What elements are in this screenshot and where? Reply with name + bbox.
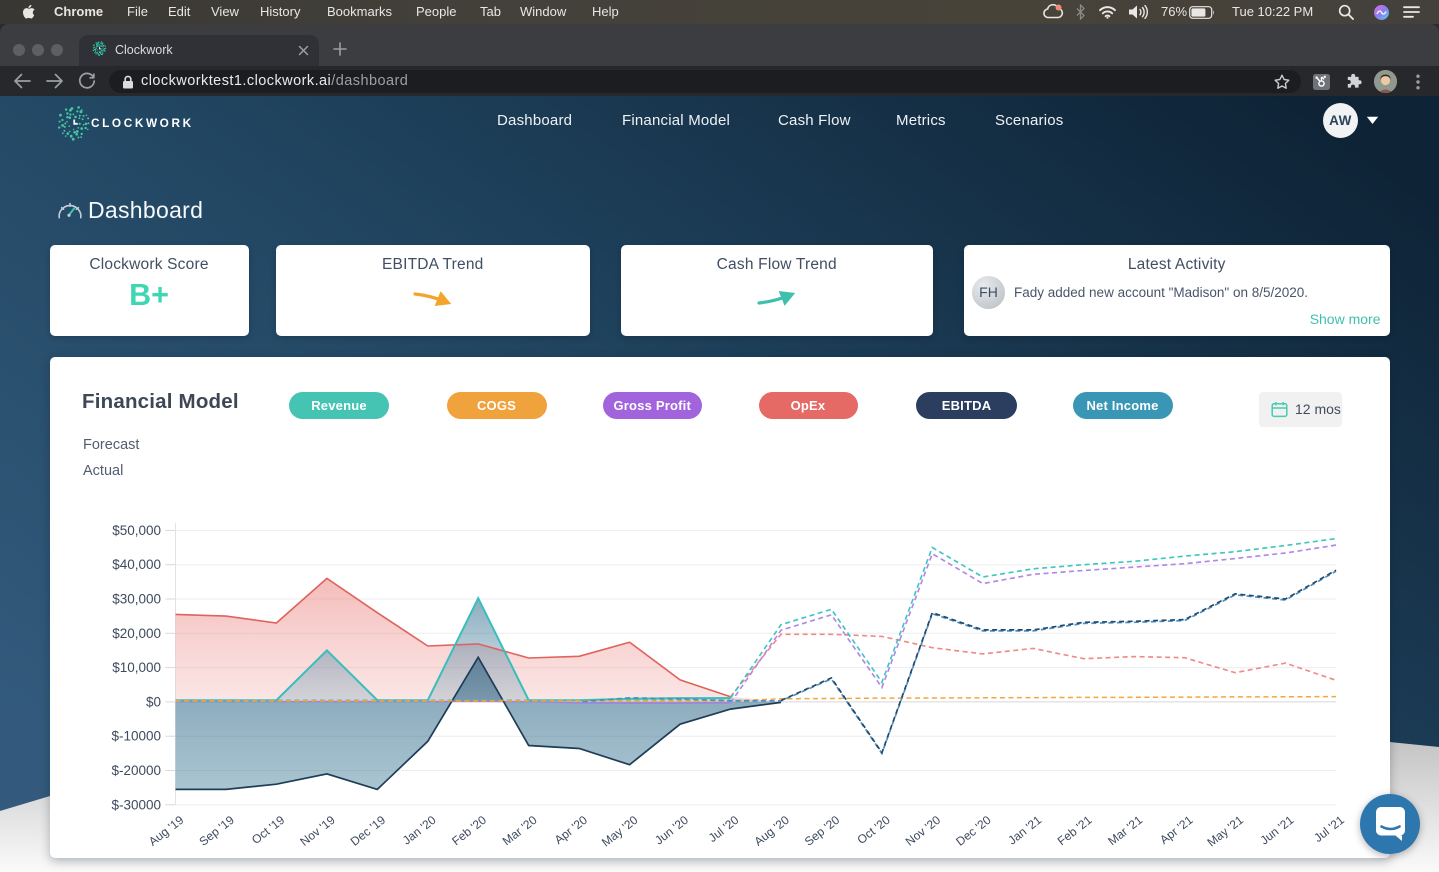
svg-text:Jun '20: Jun '20 (652, 813, 691, 848)
svg-text:Jan '20: Jan '20 (400, 813, 439, 848)
svg-text:Nov '20: Nov '20 (903, 813, 944, 849)
svg-text:$-30000: $-30000 (111, 797, 161, 812)
svg-text:Mar '21: Mar '21 (1105, 813, 1145, 849)
svg-text:Apr '21: Apr '21 (1157, 813, 1196, 847)
svg-text:Jul '20: Jul '20 (706, 813, 742, 845)
svg-text:Feb '20: Feb '20 (449, 813, 489, 849)
svg-text:Feb '21: Feb '21 (1055, 813, 1095, 849)
svg-text:$0: $0 (146, 694, 161, 709)
svg-text:Nov '19: Nov '19 (297, 813, 338, 849)
svg-text:May '20: May '20 (599, 813, 641, 850)
svg-text:Oct '19: Oct '19 (249, 813, 288, 847)
svg-text:Oct '20: Oct '20 (854, 813, 893, 847)
svg-text:May '21: May '21 (1205, 813, 1247, 850)
svg-text:Aug '19: Aug '19 (146, 813, 187, 849)
svg-text:$50,000: $50,000 (112, 523, 161, 538)
svg-text:$20,000: $20,000 (112, 626, 161, 641)
svg-text:Jan '21: Jan '21 (1005, 813, 1044, 848)
svg-text:$-10000: $-10000 (111, 729, 161, 744)
svg-text:Aug '20: Aug '20 (751, 813, 792, 849)
svg-text:$40,000: $40,000 (112, 557, 161, 572)
svg-text:Dec '20: Dec '20 (953, 813, 994, 849)
svg-text:Dec '19: Dec '19 (348, 813, 389, 849)
svg-text:$30,000: $30,000 (112, 592, 161, 607)
svg-text:$-20000: $-20000 (111, 763, 161, 778)
svg-text:Sep '20: Sep '20 (802, 813, 843, 849)
svg-text:$10,000: $10,000 (112, 660, 161, 675)
svg-text:Mar '20: Mar '20 (500, 813, 540, 849)
svg-text:Sep '19: Sep '19 (196, 813, 237, 849)
svg-text:Jun '21: Jun '21 (1258, 813, 1297, 848)
svg-text:Jul '21: Jul '21 (1311, 813, 1347, 845)
svg-text:Apr '20: Apr '20 (552, 813, 591, 847)
